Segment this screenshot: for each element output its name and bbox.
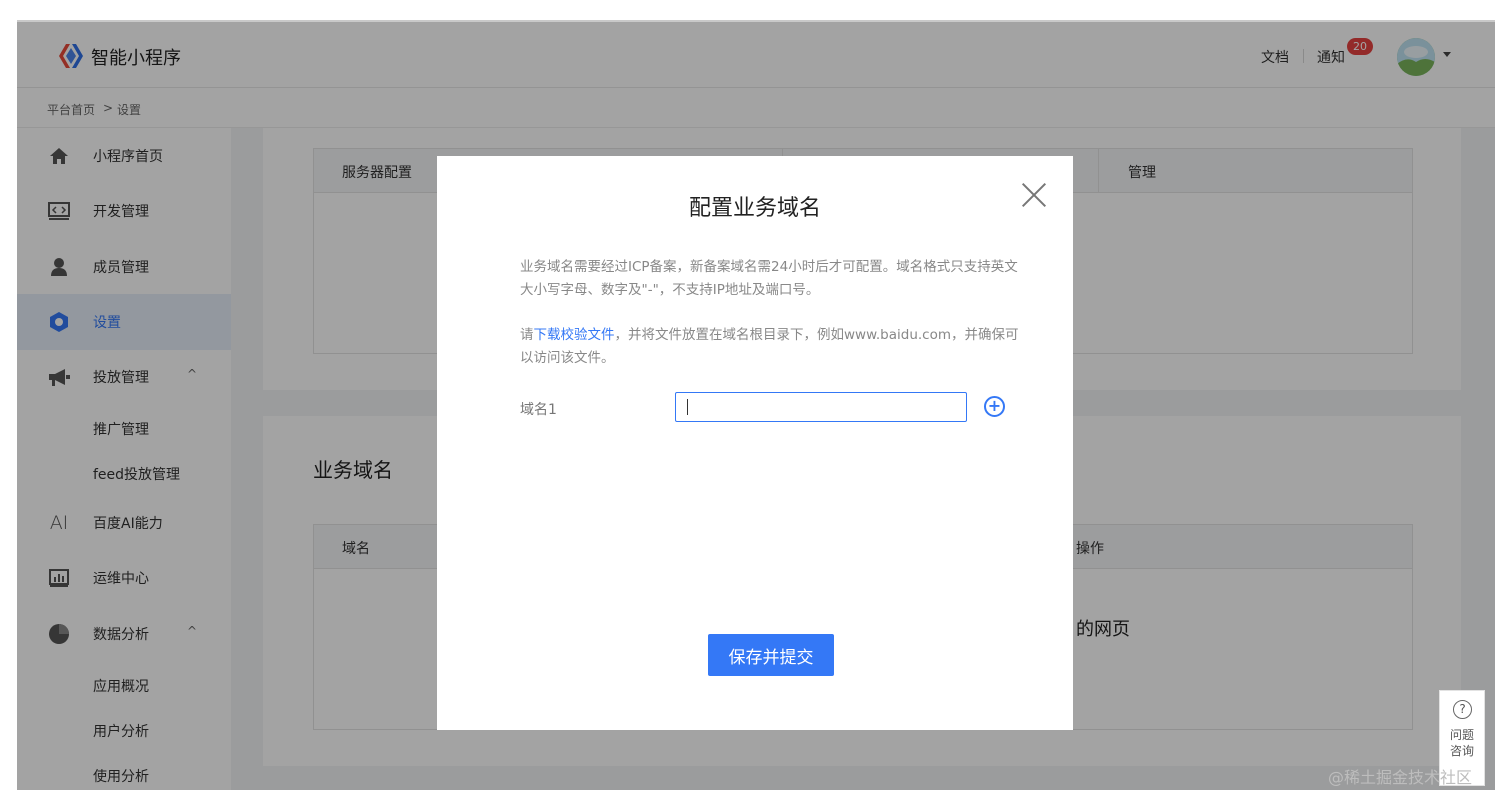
save-and-submit-button[interactable]: 保存并提交 (708, 634, 834, 676)
add-domain-plus-icon[interactable]: + (984, 396, 1005, 417)
domain-field-label: 域名1 (520, 402, 557, 418)
close-icon[interactable] (1017, 178, 1051, 212)
modal-title: 配置业务域名 (688, 196, 821, 221)
instruction-prefix: 请 (520, 327, 534, 343)
configure-domain-modal: 配置业务域名 业务域名需要经过ICP备案，新备案域名需24小时后才可配置。域名格… (437, 156, 1073, 730)
domain-requirements-text: 业务域名需要经过ICP备案，新备案域名需24小时后才可配置。域名格式只支持英文大… (520, 259, 1018, 298)
app-window: 智能小程序 文档 通知 20 平台首页 > 设置 小程序首页 开发管理 成员管理… (17, 20, 1495, 790)
question-icon: ? (1453, 700, 1472, 719)
verification-instructions: 请下载校验文件，并将文件放置在域名根目录下，例如www.baidu.com，并确… (520, 324, 1020, 370)
text-cursor (687, 399, 688, 415)
help-label: 问题咨询 (1449, 728, 1474, 758)
download-verification-file-link[interactable]: 下载校验文件 (534, 327, 615, 343)
domain-input[interactable] (675, 392, 967, 422)
watermark: @稀土掘金技术社区 (1328, 768, 1473, 787)
